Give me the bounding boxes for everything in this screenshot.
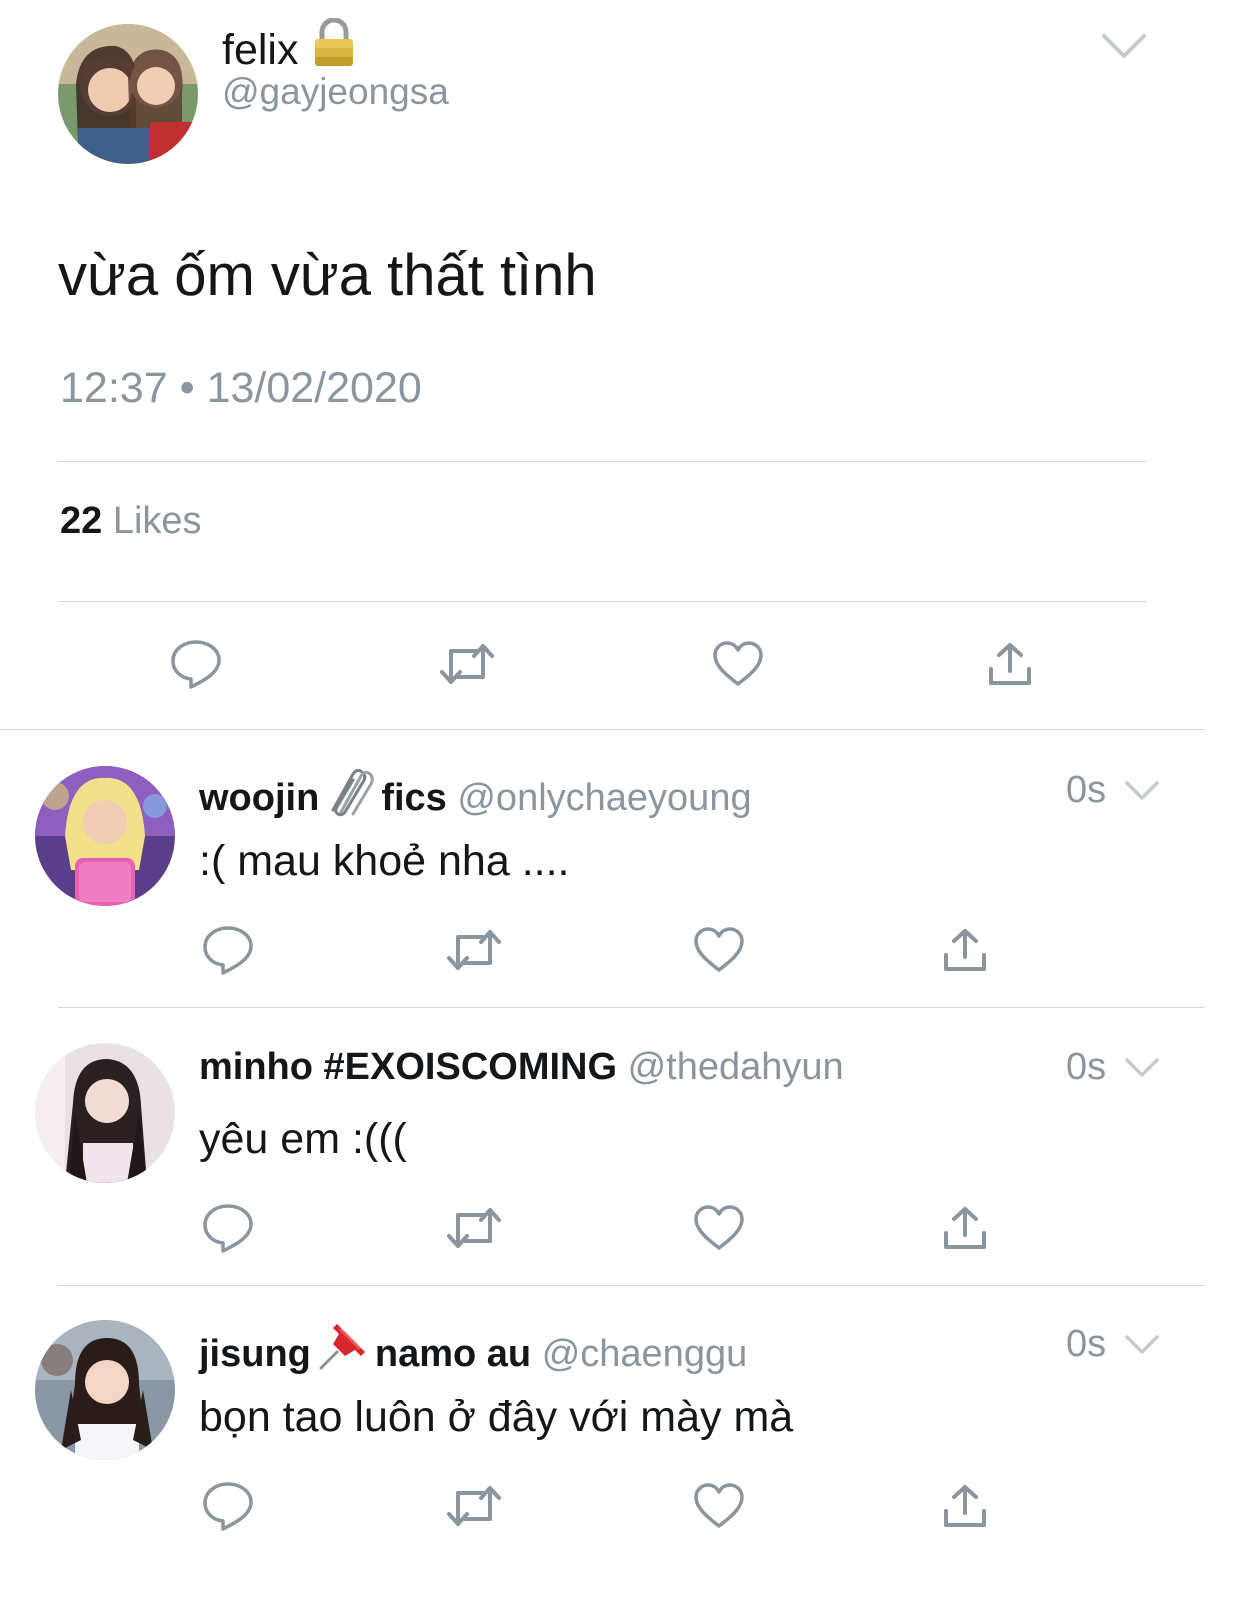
reply-button[interactable] (198, 1476, 258, 1536)
reply-avatar[interactable] (35, 1320, 175, 1460)
share-button[interactable] (935, 1198, 995, 1258)
like-button[interactable] (689, 920, 749, 980)
main-author-avatar[interactable] (58, 24, 198, 164)
tweet-date: 13/02/2020 (206, 364, 422, 412)
reply-button[interactable] (198, 920, 258, 980)
paperclip-icon (323, 766, 375, 830)
reply-timestamp: 0s (1066, 1046, 1107, 1088)
reply-timestamp: 0s (1066, 769, 1107, 811)
reply-author-line[interactable]: minho #EXOISCOMING @thedahyun (199, 1043, 844, 1091)
reply-text: yêu em :((( (199, 1115, 407, 1163)
likes-link[interactable]: 22 Likes (60, 498, 202, 544)
share-icon (989, 643, 1031, 685)
divider (58, 601, 1147, 602)
chevron-down-icon[interactable] (1100, 28, 1148, 67)
chevron-down-icon[interactable] (1124, 1330, 1160, 1363)
share-button[interactable] (935, 1476, 995, 1536)
like-button[interactable] (689, 1476, 749, 1536)
reply-button[interactable] (198, 1198, 258, 1258)
reply-icon (171, 640, 221, 689)
heart-icon (694, 1483, 744, 1528)
like-button[interactable] (689, 1198, 749, 1258)
retweet-button[interactable] (444, 920, 504, 980)
divider (58, 1285, 1205, 1286)
retweet-icon (447, 1486, 501, 1526)
retweet-icon (447, 1208, 501, 1248)
pushpin-icon (315, 1320, 369, 1386)
meta-separator: • (179, 364, 195, 412)
share-button[interactable] (980, 634, 1040, 694)
likes-label: Likes (112, 500, 202, 542)
reply-icon (203, 926, 253, 975)
like-button[interactable] (708, 634, 768, 694)
share-button[interactable] (935, 920, 995, 980)
reply-author-name-suffix: fics (381, 777, 447, 819)
heart-icon (694, 927, 744, 972)
likes-count: 22 (60, 500, 103, 542)
reply-avatar[interactable] (35, 766, 175, 906)
reply-author-handle: @onlychaeyoung (457, 777, 752, 819)
reply-author-line[interactable]: woojin fics @onlychaeyoung (199, 766, 752, 830)
reply-icon (203, 1204, 253, 1253)
retweet-icon (447, 930, 501, 970)
share-icon (944, 929, 986, 971)
share-icon (944, 1485, 986, 1527)
reply-author-name-suffix: namo au (374, 1333, 532, 1375)
divider (0, 729, 1205, 730)
retweet-icon (440, 644, 494, 684)
main-author-handle[interactable]: @gayjeongsa (222, 68, 449, 116)
tweet-text: vừa ốm vừa thất tình (58, 243, 597, 308)
reply-avatar[interactable] (35, 1043, 175, 1183)
reply-author-name: woojin (199, 777, 320, 819)
reply-author-name: jisung (199, 1333, 311, 1375)
author-name-text: felix (222, 26, 299, 74)
heart-icon (713, 641, 763, 686)
divider (58, 461, 1147, 462)
chevron-down-icon[interactable] (1124, 776, 1160, 809)
retweet-button[interactable] (437, 634, 497, 694)
tweet-time: 12:37 (60, 364, 168, 412)
retweet-button[interactable] (444, 1476, 504, 1536)
tweet-timestamp: 12:37 • 13/02/2020 (60, 362, 422, 414)
reply-author-line[interactable]: jisung namo au @chaenggu (199, 1320, 747, 1386)
reply-author-handle: @thedahyun (627, 1046, 844, 1088)
reply-author-name: minho #EXOISCOMING (199, 1046, 618, 1088)
reply-icon (203, 1482, 253, 1531)
chevron-down-icon[interactable] (1124, 1053, 1160, 1086)
share-icon (944, 1207, 986, 1249)
heart-icon (694, 1205, 744, 1250)
reply-button[interactable] (166, 634, 226, 694)
reply-timestamp: 0s (1066, 1323, 1107, 1365)
reply-text: :( mau khoẻ nha .... (199, 837, 570, 885)
reply-author-handle: @chaenggu (541, 1333, 748, 1375)
divider (58, 1007, 1205, 1008)
reply-text: bọn tao luôn ở đây với mày mà (199, 1393, 794, 1441)
retweet-button[interactable] (444, 1198, 504, 1258)
